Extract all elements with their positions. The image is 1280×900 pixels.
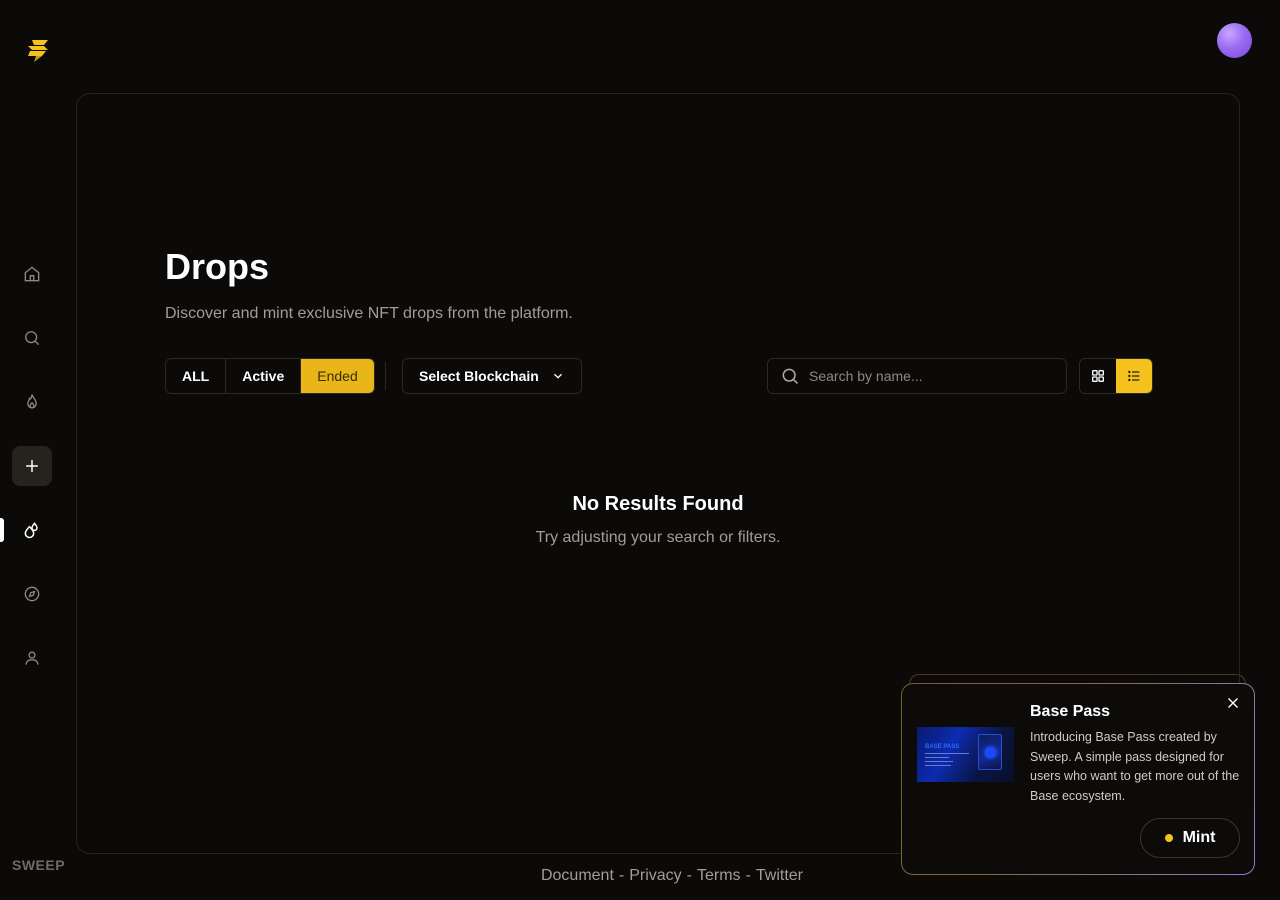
blockchain-select-label: Select Blockchain <box>419 368 539 384</box>
sidebar-item-search[interactable] <box>12 318 52 358</box>
plus-icon <box>26 460 38 472</box>
grid-view-button[interactable] <box>1080 359 1116 393</box>
tab-all[interactable]: ALL <box>166 359 227 393</box>
user-icon <box>25 651 39 665</box>
mint-button-label: Mint <box>1182 829 1216 846</box>
status-filter-tabs: ALL Active Ended <box>165 358 375 394</box>
tab-active[interactable]: Active <box>226 359 302 393</box>
empty-state-message: Try adjusting your search or filters. <box>535 529 781 546</box>
close-icon[interactable] <box>1224 694 1242 712</box>
status-dot-icon <box>1164 834 1173 842</box>
tab-ended[interactable]: Ended <box>301 359 374 393</box>
view-mode-toggle <box>1079 358 1153 394</box>
filter-divider <box>385 362 386 390</box>
footer-separator: - <box>686 867 692 884</box>
blockchain-select[interactable]: Select Blockchain <box>402 358 582 394</box>
promo-image: BASE PASS <box>917 727 1014 782</box>
mint-button[interactable]: Mint <box>1140 818 1240 858</box>
footer-link-privacy[interactable]: Privacy <box>629 867 681 884</box>
page-subtitle: Discover and mint exclusive NFT drops fr… <box>165 305 573 322</box>
list-view-button[interactable] <box>1116 359 1152 393</box>
compass-icon <box>24 586 40 602</box>
chevron-down-icon <box>554 373 562 379</box>
empty-state-title: No Results Found <box>572 493 744 515</box>
grid-icon <box>1092 370 1104 382</box>
home-icon <box>24 266 40 282</box>
footer-separator: - <box>745 867 751 884</box>
search-icon <box>25 331 40 346</box>
list-icon <box>1128 370 1140 382</box>
promo-description: Introducing Base Pass created by Sweep. … <box>1030 730 1240 803</box>
flame-icon <box>27 394 37 409</box>
page-title: Drops <box>165 246 270 287</box>
sidebar-item-create[interactable] <box>12 446 52 486</box>
promo-image-caption: BASE PASS <box>925 744 960 750</box>
footer-link-twitter[interactable]: Twitter <box>756 867 803 884</box>
promo-title: Base Pass <box>1030 703 1111 720</box>
sidebar-item-explore[interactable] <box>12 574 52 614</box>
promo-card: BASE PASS Base Pass Introducing Base Pas… <box>901 683 1255 875</box>
user-avatar[interactable] <box>1217 23 1252 58</box>
sweep-logo-icon[interactable] <box>22 36 54 64</box>
sidebar-item-profile[interactable] <box>12 638 52 678</box>
footer-separator: - <box>618 867 625 884</box>
search-icon <box>782 368 799 385</box>
search-input[interactable] <box>809 368 1049 384</box>
pass-card-graphic <box>978 734 1002 770</box>
footer-link-document[interactable]: Document <box>541 867 614 884</box>
footer-link-terms[interactable]: Terms <box>697 867 741 884</box>
sidebar-item-trending[interactable] <box>12 382 52 422</box>
app-root: SWEEP Drops Discover and mint exclusive … <box>0 0 1280 900</box>
sidebar-item-home[interactable] <box>12 254 52 294</box>
search-field[interactable] <box>767 358 1067 394</box>
